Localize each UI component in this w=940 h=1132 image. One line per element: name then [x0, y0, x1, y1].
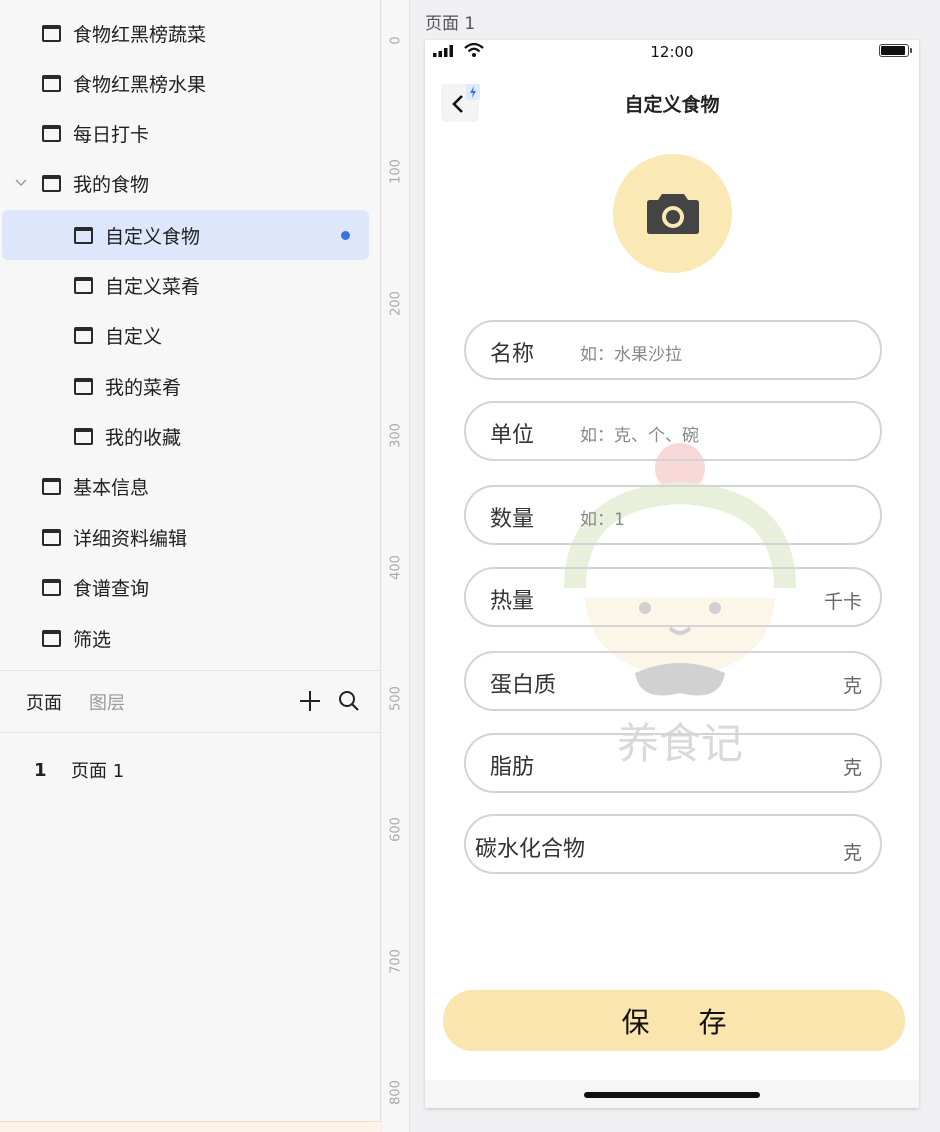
chevron-down-icon[interactable]	[14, 176, 28, 190]
tree-item-profile-edit[interactable]: 详细资料编辑	[0, 512, 381, 562]
field-label: 脂肪	[490, 755, 535, 780]
tree-item-label: 食物红黑榜水果	[73, 73, 207, 96]
field-label: 蛋白质	[490, 673, 557, 698]
calories-field[interactable]: 热量 千卡	[464, 567, 882, 627]
tree-item-label: 食物红黑榜蔬菜	[73, 23, 207, 46]
tree-item-label: 食谱查询	[73, 577, 150, 600]
tree-item-daily-checkin[interactable]: 每日打卡	[0, 108, 381, 158]
tree-item-custom[interactable]: 自定义	[0, 310, 381, 360]
field-unit: 千卡	[823, 591, 862, 613]
page-number: 1	[34, 759, 47, 781]
page-icon	[42, 24, 61, 42]
bottom-strip	[0, 1121, 381, 1132]
home-indicator	[584, 1092, 760, 1098]
field-label: 碳水化合物	[475, 837, 586, 862]
page-list-item[interactable]: 1 页面 1	[0, 752, 381, 788]
tree-item-label: 自定义食物	[105, 225, 201, 248]
tab-layers[interactable]: 图层	[89, 689, 125, 715]
plus-icon[interactable]	[298, 689, 322, 713]
fat-field[interactable]: 脂肪 克	[464, 733, 882, 793]
status-time: 12:00	[650, 43, 694, 61]
field-unit: 克	[842, 842, 862, 864]
field-label: 数量	[490, 507, 535, 532]
field-label: 热量	[490, 589, 535, 614]
quantity-field[interactable]: 数量 如：1	[464, 485, 882, 545]
ruler-tick: 600	[388, 817, 404, 842]
page-icon	[42, 74, 61, 92]
divider	[0, 670, 381, 671]
phone-artboard: 12:00 自定义食物 养食记 名称 如：水果沙拉 单位 如：克、个、碗 数量 …	[425, 40, 919, 1108]
tree-item-custom-dish[interactable]: 自定义菜肴	[0, 260, 381, 310]
field-placeholder: 如：克、个、碗	[580, 426, 699, 446]
tree-item-label: 自定义菜肴	[105, 275, 201, 298]
tree-item-my-dish[interactable]: 我的菜肴	[0, 361, 381, 411]
page-icon	[42, 629, 61, 647]
camera-icon	[647, 194, 699, 234]
page-icon	[74, 326, 93, 344]
tree-item-label: 我的收藏	[105, 426, 182, 449]
field-label: 单位	[490, 423, 535, 448]
ruler-tick: 400	[388, 555, 404, 580]
tree-item-recipe-search[interactable]: 食谱查询	[0, 562, 381, 612]
page-icon	[42, 578, 61, 596]
tree-item-label: 基本信息	[73, 476, 150, 499]
home-bar-area	[425, 1080, 919, 1108]
field-unit: 克	[842, 757, 862, 779]
photo-upload-button[interactable]	[613, 154, 732, 273]
page-icon	[74, 226, 93, 244]
page-tree-panel: 食物红黑榜蔬菜 食物红黑榜水果 每日打卡 我的食物 自定义食物 自定义菜肴 自定…	[0, 0, 381, 1132]
page-title: 自定义食物	[624, 94, 720, 116]
tree-item-label: 详细资料编辑	[73, 527, 188, 550]
tab-pages[interactable]: 页面	[26, 689, 62, 715]
ruler-tick: 100	[388, 159, 404, 184]
tree-item-label: 我的食物	[73, 173, 150, 196]
current-page-dot	[341, 230, 350, 240]
canvas-page-label: 页面 1	[425, 14, 476, 34]
ruler-tick: 300	[388, 423, 404, 448]
page-icon	[42, 124, 61, 142]
divider	[0, 732, 381, 733]
page-icon	[42, 174, 61, 192]
ruler-tick: 200	[388, 291, 404, 316]
tree-item-my-food[interactable]: 我的食物	[0, 158, 381, 208]
page-icon	[74, 427, 93, 445]
tree-item-label: 筛选	[73, 628, 112, 651]
field-placeholder: 如：1	[580, 510, 625, 530]
ruler-tick: 800	[388, 1080, 404, 1105]
field-label: 名称	[490, 342, 535, 367]
ruler-tick: 700	[388, 949, 404, 974]
vertical-ruler: 0 100 200 300 400 500 600 700 800	[382, 0, 410, 1132]
tree-item-basic-info[interactable]: 基本信息	[0, 461, 381, 511]
tree-item-filter[interactable]: 筛选	[0, 613, 381, 663]
tree-item-label: 我的菜肴	[105, 376, 182, 399]
page-icon	[74, 276, 93, 294]
save-button[interactable]: 保 存	[443, 990, 905, 1051]
carbs-field[interactable]: 碳水化合物 克	[464, 814, 882, 874]
field-unit: 克	[842, 675, 862, 697]
battery-icon	[879, 44, 912, 57]
search-icon[interactable]	[337, 689, 361, 713]
unit-field[interactable]: 单位 如：克、个、碗	[464, 401, 882, 461]
page-icon	[42, 477, 61, 495]
tree-item-custom-food[interactable]: 自定义食物	[2, 210, 369, 260]
tree-item-food-redblack-veg[interactable]: 食物红黑榜蔬菜	[0, 8, 381, 58]
field-placeholder: 如：水果沙拉	[580, 345, 682, 365]
page-name: 页面 1	[71, 761, 125, 782]
name-field[interactable]: 名称 如：水果沙拉	[464, 320, 882, 380]
tree-item-my-favorites[interactable]: 我的收藏	[0, 411, 381, 461]
tree-item-label: 每日打卡	[73, 123, 150, 146]
tree-item-food-redblack-fruit[interactable]: 食物红黑榜水果	[0, 58, 381, 108]
protein-field[interactable]: 蛋白质 克	[464, 651, 882, 711]
tree-item-label: 自定义	[105, 325, 163, 348]
ruler-tick: 0	[388, 36, 404, 45]
ruler-tick: 500	[388, 686, 404, 711]
page-icon	[74, 377, 93, 395]
status-bar: 12:00	[425, 40, 919, 64]
panel-tabs: 页面 图层	[0, 680, 381, 724]
page-icon	[42, 528, 61, 546]
